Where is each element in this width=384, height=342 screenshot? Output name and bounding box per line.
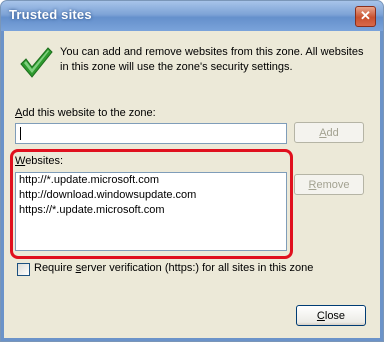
- close-window-button[interactable]: ✕: [355, 6, 376, 27]
- text-caret: [20, 127, 21, 140]
- window-title: Trusted sites: [9, 7, 92, 22]
- require-server-verification-label[interactable]: Require server verification (https:) for…: [34, 262, 313, 274]
- title-bar[interactable]: Trusted sites ✕: [1, 1, 383, 31]
- add-button[interactable]: Add: [294, 122, 364, 143]
- trusted-sites-dialog: Trusted sites ✕ You can add and remove w…: [0, 0, 384, 342]
- zone-info-text: You can add and remove websites from thi…: [60, 46, 364, 73]
- list-item[interactable]: http://*.update.microsoft.com: [16, 173, 286, 188]
- green-checkmark-icon: [20, 47, 53, 78]
- list-item[interactable]: https://*.update.microsoft.com: [16, 203, 286, 218]
- dialog-body: You can add and remove websites from thi…: [4, 31, 380, 338]
- add-website-label: Add this website to the zone:: [15, 107, 156, 119]
- add-website-input[interactable]: [15, 123, 287, 144]
- list-item[interactable]: http://download.windowsupdate.com: [16, 188, 286, 203]
- require-server-verification-checkbox[interactable]: [17, 263, 30, 276]
- websites-list[interactable]: http://*.update.microsoft.com http://dow…: [15, 172, 287, 251]
- remove-button[interactable]: Remove: [294, 174, 364, 195]
- close-button[interactable]: Close: [296, 305, 366, 326]
- websites-label: Websites:: [15, 155, 64, 167]
